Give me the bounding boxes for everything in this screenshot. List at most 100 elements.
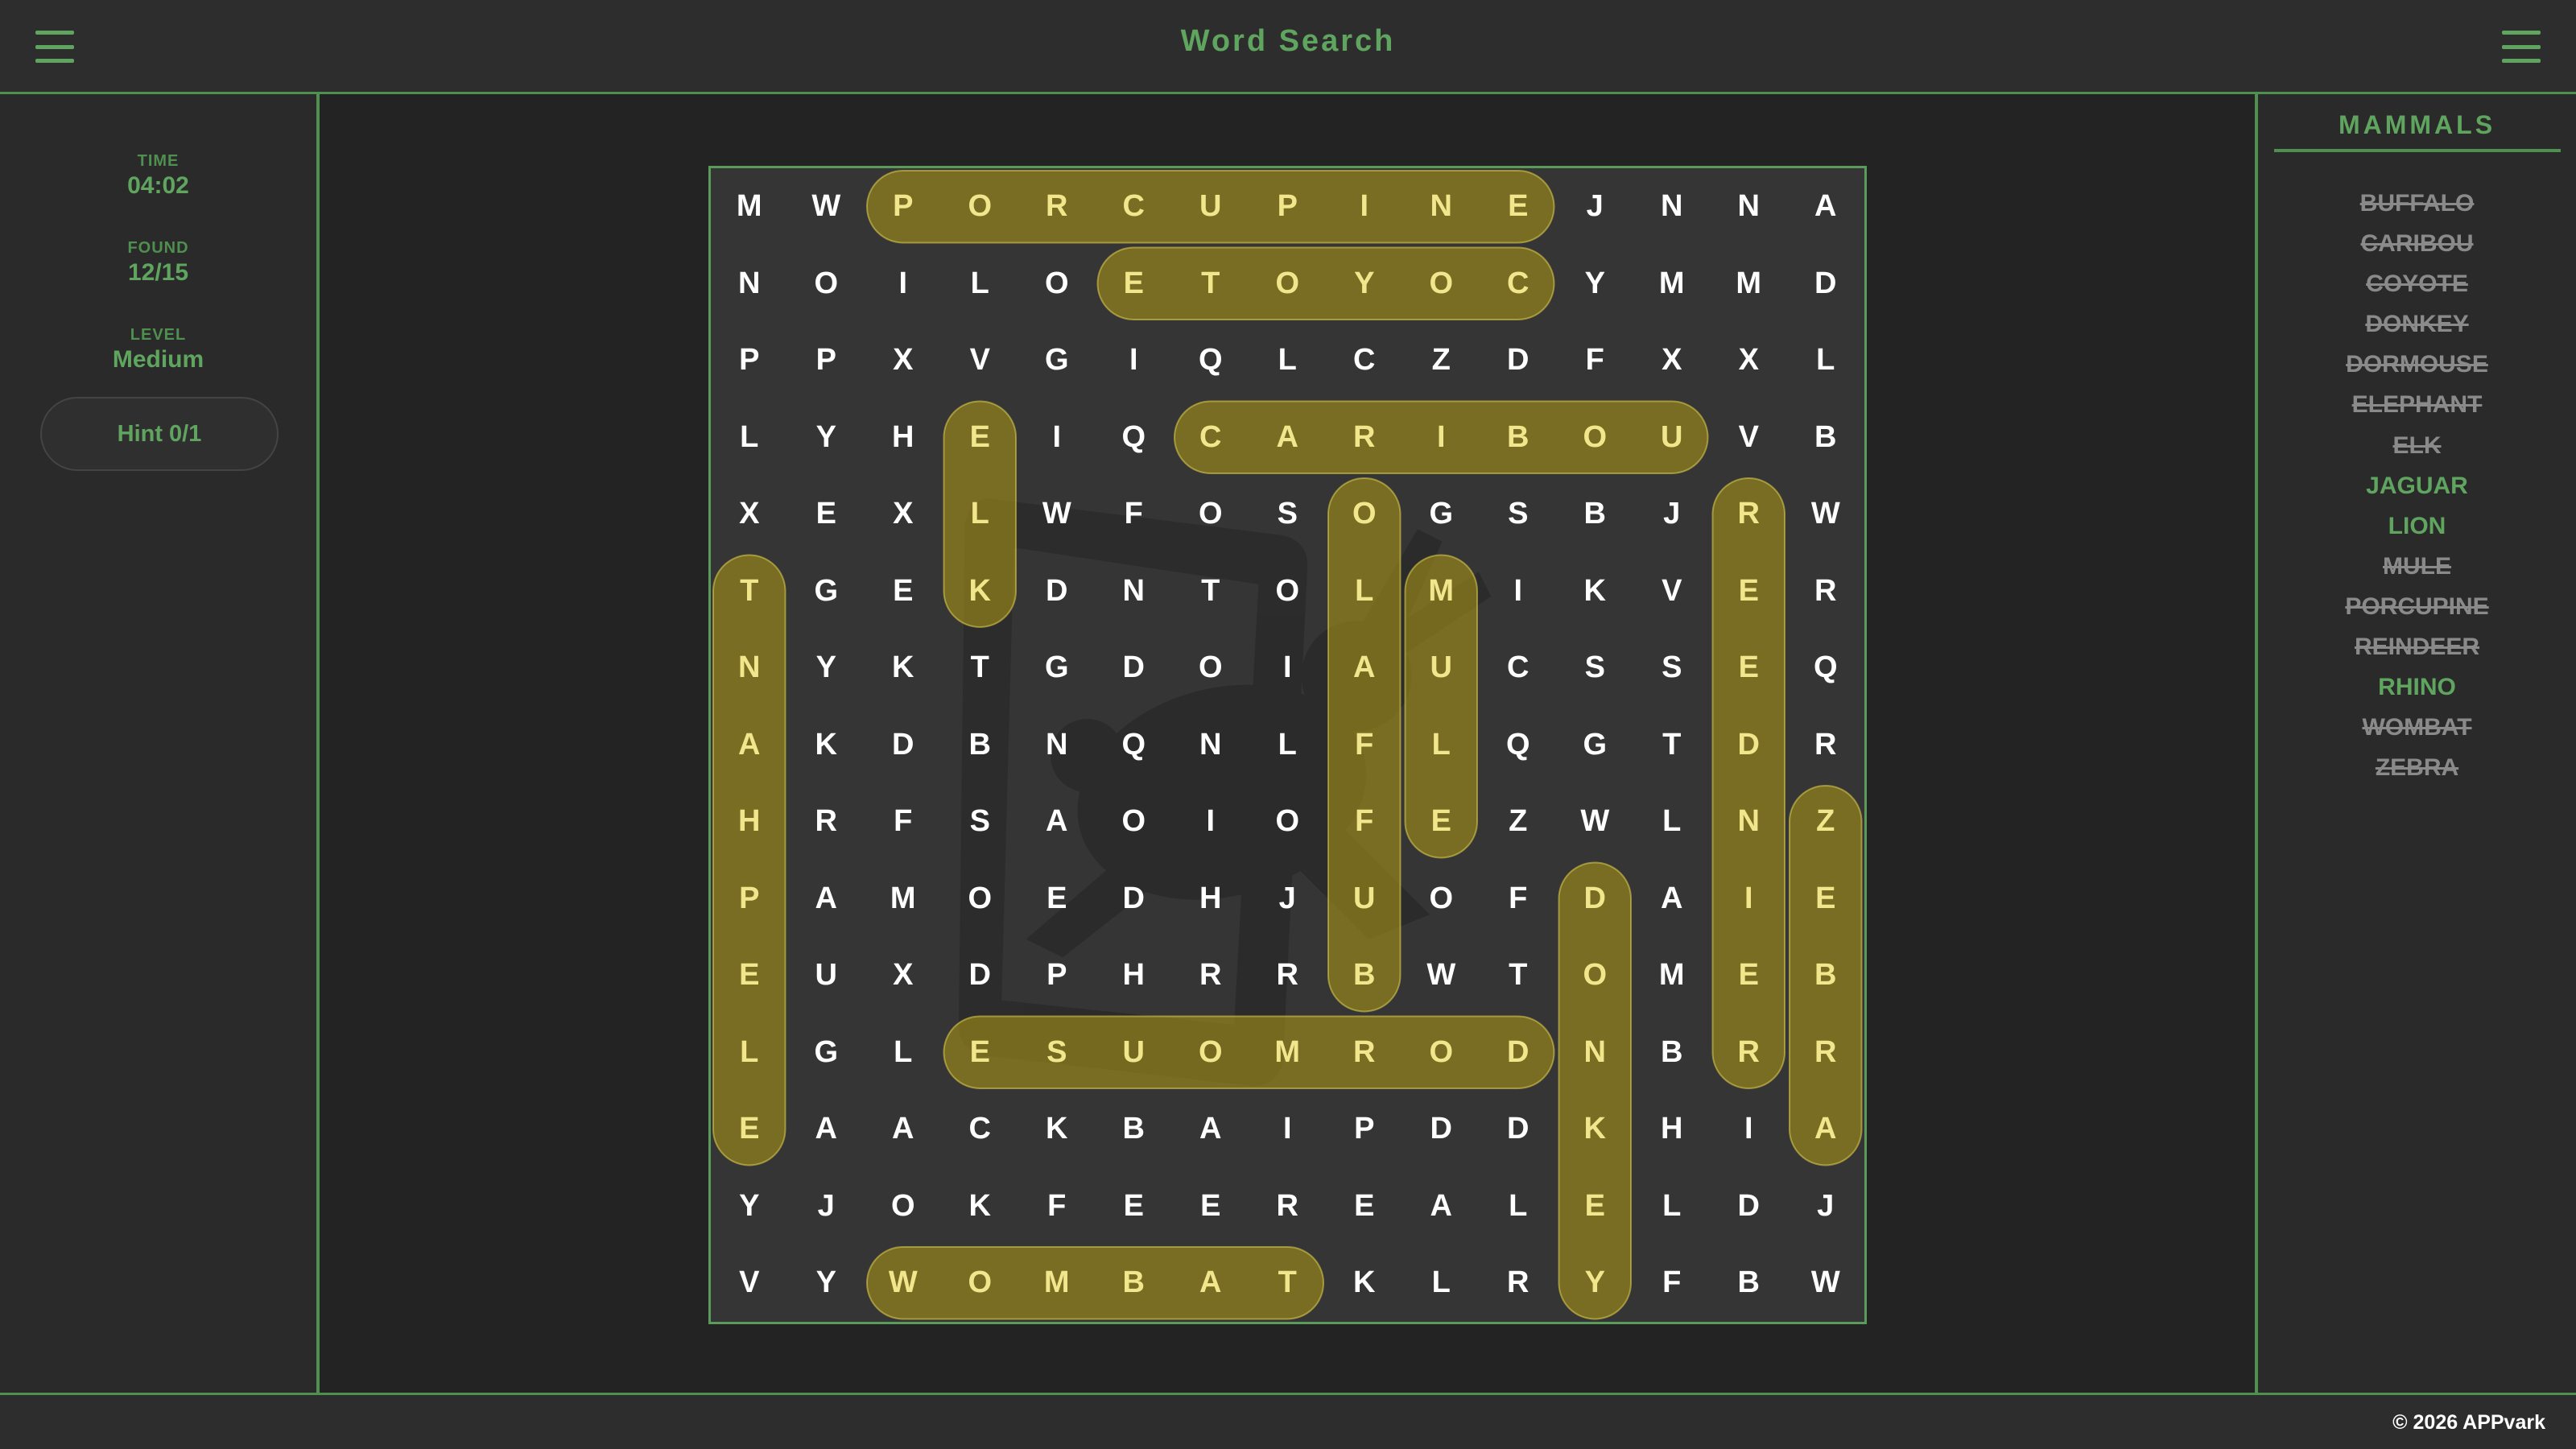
grid-cell[interactable]: K xyxy=(1018,1091,1096,1168)
grid-cell[interactable]: G xyxy=(1018,322,1096,399)
grid-cell[interactable]: V xyxy=(1711,399,1788,477)
grid-cell[interactable]: B xyxy=(1633,1014,1711,1092)
grid-cell[interactable]: S xyxy=(1633,630,1711,707)
grid-cell[interactable]: X xyxy=(711,476,788,553)
grid-cell[interactable]: L xyxy=(1403,707,1480,784)
grid-cell[interactable]: A xyxy=(1249,399,1327,477)
grid-cell[interactable]: D xyxy=(1403,1091,1480,1168)
grid-cell[interactable]: E xyxy=(1172,1168,1249,1245)
grid-cell[interactable]: W xyxy=(1557,783,1634,861)
grid-cell[interactable]: I xyxy=(1249,630,1327,707)
grid-cell[interactable]: K xyxy=(788,707,865,784)
grid-cell[interactable]: W xyxy=(1787,1245,1864,1322)
grid-cell[interactable]: P xyxy=(711,322,788,399)
grid-cell[interactable]: O xyxy=(1172,1014,1249,1092)
grid-cell[interactable]: P xyxy=(788,322,865,399)
grid-cell[interactable]: Q xyxy=(1172,322,1249,399)
grid-cell[interactable]: Y xyxy=(1557,246,1634,323)
grid-cell[interactable]: C xyxy=(1480,630,1557,707)
grid-cell[interactable]: C xyxy=(942,1091,1019,1168)
grid-cell[interactable]: F xyxy=(1557,322,1634,399)
grid-cell[interactable]: I xyxy=(1403,399,1480,477)
grid-cell[interactable]: X xyxy=(865,476,942,553)
grid-cell[interactable]: N xyxy=(1172,707,1249,784)
grid-cell[interactable]: E xyxy=(1787,861,1864,938)
grid-cell[interactable]: G xyxy=(788,1014,865,1092)
grid-cell[interactable]: Z xyxy=(1480,783,1557,861)
grid-cell[interactable]: M xyxy=(711,168,788,246)
grid-cell[interactable]: M xyxy=(1249,1014,1327,1092)
grid-cell[interactable]: L xyxy=(1633,783,1711,861)
grid-cell[interactable]: R xyxy=(1326,1014,1403,1092)
grid-cell[interactable]: R xyxy=(1249,937,1327,1014)
grid-cell[interactable]: U xyxy=(1326,861,1403,938)
grid-cell[interactable]: I xyxy=(1096,322,1173,399)
grid-cell[interactable]: E xyxy=(788,476,865,553)
grid-cell[interactable]: Q xyxy=(1787,630,1864,707)
grid-cell[interactable]: O xyxy=(1403,246,1480,323)
grid-cell[interactable]: U xyxy=(788,937,865,1014)
grid-cell[interactable]: A xyxy=(1018,783,1096,861)
grid-cell[interactable]: H xyxy=(1172,861,1249,938)
grid-cell[interactable]: O xyxy=(1249,783,1327,861)
grid-cell[interactable]: K xyxy=(865,630,942,707)
grid-cell[interactable]: Y xyxy=(711,1168,788,1245)
grid-cell[interactable]: C xyxy=(1480,246,1557,323)
grid-cell[interactable]: Y xyxy=(788,399,865,477)
grid-cell[interactable]: X xyxy=(1633,322,1711,399)
grid-cell[interactable]: E xyxy=(1480,168,1557,246)
grid-cell[interactable]: J xyxy=(1249,861,1327,938)
grid-cell[interactable]: P xyxy=(1249,168,1327,246)
grid-cell[interactable]: B xyxy=(1557,476,1634,553)
grid-cell[interactable]: X xyxy=(865,322,942,399)
grid-cell[interactable]: N xyxy=(1096,553,1173,630)
grid-cell[interactable]: V xyxy=(942,322,1019,399)
grid-cell[interactable]: E xyxy=(1711,937,1788,1014)
grid-cell[interactable]: X xyxy=(1711,322,1788,399)
grid-cell[interactable]: J xyxy=(1633,476,1711,553)
grid-cell[interactable]: C xyxy=(1172,399,1249,477)
grid-cell[interactable]: X xyxy=(865,937,942,1014)
grid-cell[interactable]: M xyxy=(1711,246,1788,323)
grid-cell[interactable]: O xyxy=(865,1168,942,1245)
grid-cell[interactable]: B xyxy=(942,707,1019,784)
grid-cell[interactable]: E xyxy=(1711,630,1788,707)
grid-cell[interactable]: I xyxy=(1249,1091,1327,1168)
grid-cell[interactable]: L xyxy=(1633,1168,1711,1245)
grid-cell[interactable]: B xyxy=(1711,1245,1788,1322)
grid-cell[interactable]: P xyxy=(1326,1091,1403,1168)
grid-cell[interactable]: R xyxy=(1326,399,1403,477)
grid-cell[interactable]: F xyxy=(1096,476,1173,553)
grid-cell[interactable]: R xyxy=(1480,1245,1557,1322)
grid-cell[interactable]: C xyxy=(1096,168,1173,246)
grid-cell[interactable]: J xyxy=(1557,168,1634,246)
grid-cell[interactable]: N xyxy=(1018,707,1096,784)
grid-cell[interactable]: N xyxy=(1711,783,1788,861)
grid-cell[interactable]: E xyxy=(1557,1168,1634,1245)
grid-cell[interactable]: A xyxy=(1633,861,1711,938)
grid-cell[interactable]: L xyxy=(1403,1245,1480,1322)
grid-cell[interactable]: R xyxy=(1249,1168,1327,1245)
grid-cell[interactable]: D xyxy=(1480,1091,1557,1168)
grid-cell[interactable]: S xyxy=(1249,476,1327,553)
grid-cell[interactable]: R xyxy=(1787,707,1864,784)
grid-cell[interactable]: O xyxy=(1557,399,1634,477)
grid-cell[interactable]: K xyxy=(1326,1245,1403,1322)
grid-cell[interactable]: O xyxy=(942,168,1019,246)
grid-cell[interactable]: F xyxy=(1633,1245,1711,1322)
grid-cell[interactable]: I xyxy=(1172,783,1249,861)
grid-cell[interactable]: T xyxy=(1172,246,1249,323)
grid-cell[interactable]: D xyxy=(1711,1168,1788,1245)
hint-button[interactable]: Hint 0/1 xyxy=(40,397,279,471)
grid-cell[interactable]: U xyxy=(1403,630,1480,707)
grid-cell[interactable]: O xyxy=(1172,630,1249,707)
grid-cell[interactable]: N xyxy=(711,246,788,323)
grid-cell[interactable]: S xyxy=(1557,630,1634,707)
grid-cell[interactable]: D xyxy=(1711,707,1788,784)
grid-cell[interactable]: H xyxy=(865,399,942,477)
grid-cell[interactable]: D xyxy=(1018,553,1096,630)
grid-cell[interactable]: E xyxy=(1403,783,1480,861)
grid-cell[interactable]: D xyxy=(1557,861,1634,938)
grid-cell[interactable]: L xyxy=(942,476,1019,553)
grid-cell[interactable]: O xyxy=(1403,861,1480,938)
